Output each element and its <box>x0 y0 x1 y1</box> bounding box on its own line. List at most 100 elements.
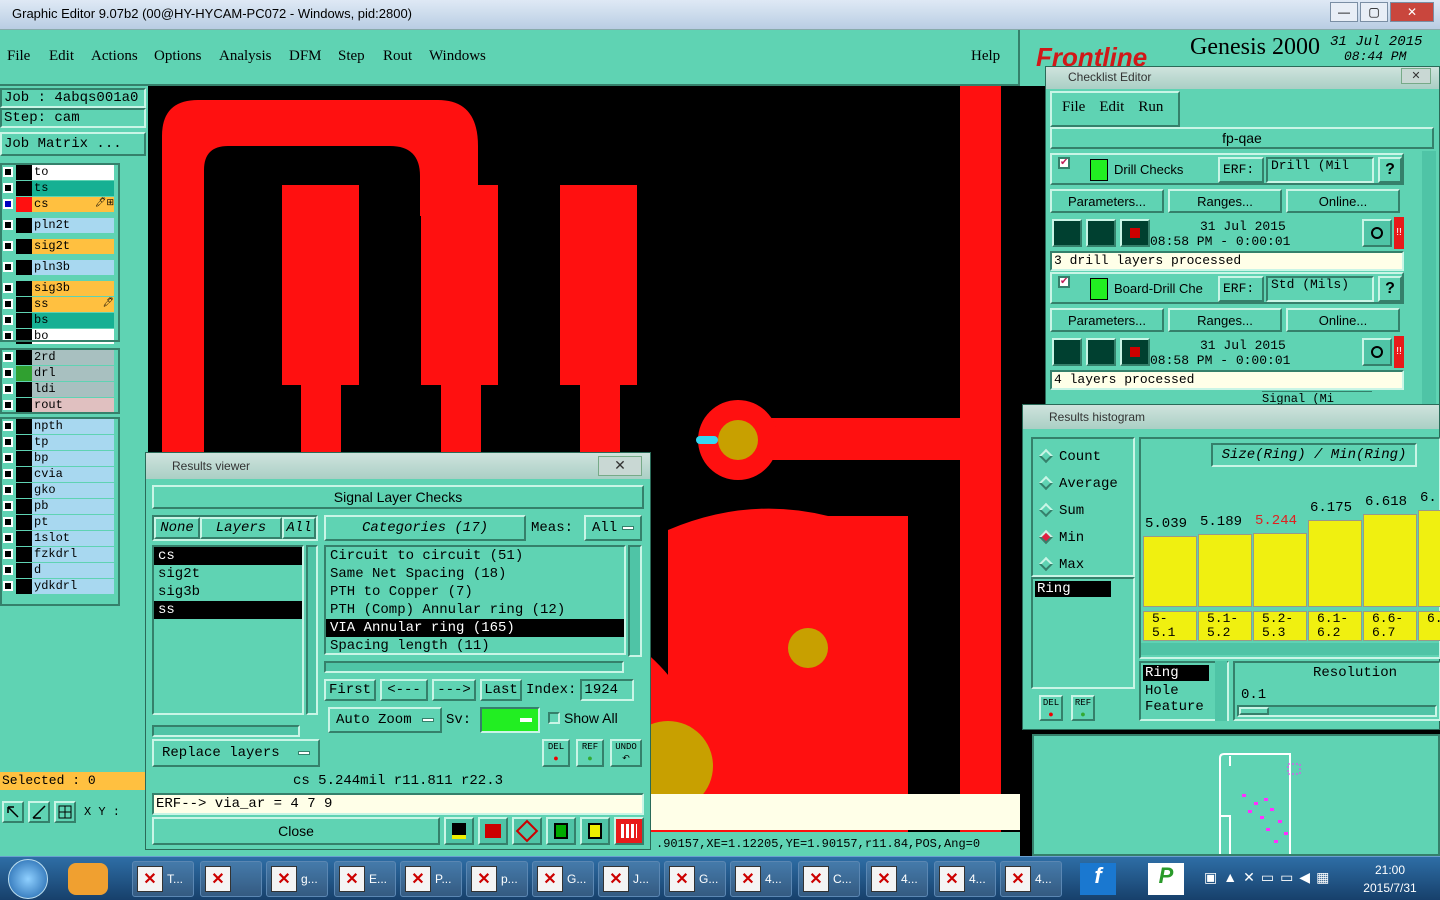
result-layer-item[interactable]: sig2t <box>154 565 302 583</box>
menu-windows[interactable]: Windows <box>429 48 486 65</box>
layer-checkbox[interactable] <box>3 533 13 543</box>
tray-clock[interactable]: 21:00 2015/7/31 <box>1352 863 1428 895</box>
layer-row-bp[interactable]: bp <box>0 451 118 466</box>
histogram-bar[interactable] <box>1143 536 1197 607</box>
layer-color-swatch[interactable] <box>16 329 32 344</box>
layer-list-hscrollbar[interactable] <box>152 725 300 737</box>
layer-name[interactable]: bp <box>32 451 114 466</box>
layer-name[interactable]: ldi <box>32 382 114 397</box>
layer-row-ts[interactable]: ts <box>0 181 118 196</box>
menu-rout[interactable]: Rout <box>383 48 412 65</box>
del-button[interactable]: DEL ● <box>542 739 570 767</box>
frontline-taskbar-icon[interactable]: f <box>1080 863 1116 895</box>
run-check-icon[interactable] <box>1052 338 1082 366</box>
all-button[interactable]: All <box>282 517 316 539</box>
result-layer-item[interactable]: ss <box>154 601 302 619</box>
check-row-0[interactable]: ✔ Drill Checks ERF: Drill (Mil? <box>1050 153 1404 185</box>
tray-icon-3[interactable]: ✕ <box>1243 869 1255 886</box>
layer-name[interactable]: cvia <box>32 467 114 482</box>
check-enable-checkbox[interactable]: ✔ <box>1058 157 1070 169</box>
histogram-bar[interactable] <box>1198 534 1252 607</box>
grid-tool-icon[interactable] <box>54 801 76 823</box>
layer-name[interactable]: 1slot <box>32 531 114 546</box>
layer-checkbox[interactable] <box>3 283 13 293</box>
layer-name[interactable]: to <box>32 165 114 180</box>
layer-name[interactable]: rout <box>32 398 114 413</box>
checklist-close-icon[interactable]: ✕ <box>1401 68 1431 84</box>
prev-button[interactable]: <--- <box>380 679 428 701</box>
menu-edit[interactable]: Edit <box>49 48 74 65</box>
volume-icon[interactable]: ◀ <box>1299 869 1310 886</box>
taskbar-item[interactable]: ✕ C... <box>798 861 860 897</box>
menu-file[interactable]: File <box>7 48 30 65</box>
layer-row-pb[interactable]: pb <box>0 499 118 514</box>
taskbar-item[interactable]: ✕ J... <box>598 861 660 897</box>
layer-color-swatch[interactable] <box>16 197 32 212</box>
result-layer-item[interactable]: cs <box>154 547 302 565</box>
layer-checkbox[interactable] <box>3 437 13 447</box>
layer-row-cvia[interactable]: cvia <box>0 467 118 482</box>
tray-icon-2[interactable]: ▲ <box>1223 869 1237 886</box>
checklist-menu-file[interactable]: File <box>1062 99 1085 119</box>
layer-color-swatch[interactable] <box>16 218 32 233</box>
histogram-bar[interactable] <box>1253 533 1307 607</box>
run-check-icon[interactable] <box>1052 219 1082 247</box>
tray-icon-5[interactable]: ▭ <box>1280 869 1293 886</box>
layer-color-swatch[interactable] <box>16 260 32 275</box>
taskbar-item[interactable]: ✕ 4... <box>934 861 996 897</box>
layer-checkbox[interactable] <box>3 501 13 511</box>
layer-color-swatch[interactable] <box>16 239 32 254</box>
layer-color-swatch[interactable] <box>16 350 32 365</box>
none-button[interactable]: None <box>154 517 200 539</box>
measure-list[interactable]: Ring <box>1031 577 1135 689</box>
layer-name[interactable]: ts <box>32 181 114 196</box>
layers-button[interactable]: Layers <box>200 517 282 539</box>
taskbar-item[interactable]: ✕ <box>200 861 262 897</box>
axis-list-scrollbar[interactable] <box>1215 661 1227 721</box>
layer-color-swatch[interactable] <box>16 499 32 514</box>
ranges-button[interactable]: Ranges... <box>1168 189 1282 213</box>
radio-icon[interactable] <box>1038 476 1054 491</box>
layer-checkbox[interactable] <box>3 299 13 309</box>
menu-analysis[interactable]: Analysis <box>219 48 272 65</box>
shell-app-icon[interactable] <box>68 863 108 895</box>
layer-checkbox[interactable] <box>3 315 13 325</box>
zoom-results-icon[interactable] <box>1362 338 1392 366</box>
layer-color-swatch[interactable] <box>16 382 32 397</box>
taskbar-item[interactable]: ✕ E... <box>334 861 396 897</box>
run-all-icon[interactable] <box>1086 219 1116 247</box>
layer-name[interactable]: 2rd <box>32 350 114 365</box>
category-item[interactable]: PTH (Comp) Annular ring (12) <box>326 601 624 619</box>
layer-list-scrollbar[interactable] <box>306 545 318 715</box>
layer-name[interactable]: tp <box>32 435 114 450</box>
tray-icon-4[interactable]: ▭ <box>1261 869 1274 886</box>
taskbar-item[interactable]: ✕ g... <box>266 861 328 897</box>
layer-color-swatch[interactable] <box>16 297 32 312</box>
layer-checkbox[interactable] <box>3 167 13 177</box>
zoom-results-icon[interactable] <box>1362 219 1392 247</box>
sv-color-dropdown[interactable] <box>480 707 540 733</box>
taskbar-item[interactable]: ✕ G... <box>532 861 594 897</box>
minimize-button[interactable]: — <box>1330 2 1358 22</box>
index-field[interactable]: 1924 <box>580 679 635 701</box>
category-item[interactable]: Same Net Spacing (18) <box>326 565 624 583</box>
layer-row-bs[interactable]: bs <box>0 313 118 328</box>
layer-color-swatch[interactable] <box>16 181 32 196</box>
layer-color-swatch[interactable] <box>16 579 32 594</box>
layer-row-ldi[interactable]: ldi <box>0 382 118 397</box>
layer-name[interactable]: gko <box>32 483 114 498</box>
layer-row-1slot[interactable]: 1slot <box>0 531 118 546</box>
layer-row-drl[interactable]: drl <box>0 366 118 381</box>
radio-icon[interactable] <box>1038 449 1054 464</box>
start-button[interactable] <box>8 859 48 899</box>
layer-name[interactable]: pb <box>32 499 114 514</box>
layer-color-swatch[interactable] <box>16 435 32 450</box>
layer-name[interactable]: d <box>32 563 114 578</box>
category-item[interactable]: Spacing length (11) <box>326 637 624 655</box>
layer-results-list[interactable]: cs sig2t sig3b ss <box>152 545 304 715</box>
results-close-button[interactable]: Close <box>152 817 440 845</box>
category-item[interactable]: Circuit to circuit (51) <box>326 547 624 565</box>
auto-zoom-dropdown[interactable]: Auto Zoom <box>328 707 442 733</box>
menu-options[interactable]: Options <box>154 48 202 65</box>
layer-name[interactable]: fzkdrl <box>32 547 114 562</box>
